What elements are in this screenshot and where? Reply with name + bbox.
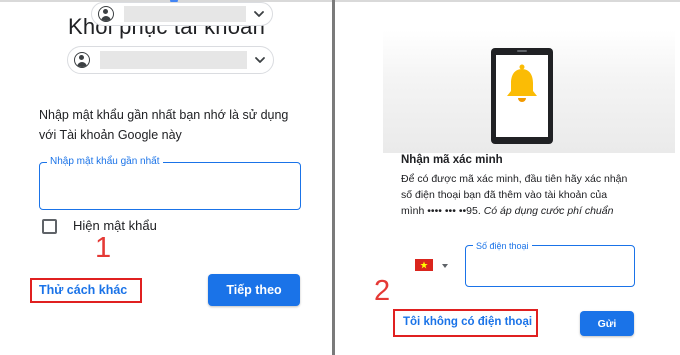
email-redacted xyxy=(100,51,247,69)
show-password-checkbox[interactable] xyxy=(42,219,57,234)
country-dropdown-caret-icon[interactable] xyxy=(442,264,448,268)
chevron-down-icon xyxy=(254,11,264,17)
verification-description: Để có được mã xác minh, đầu tiên hãy xác… xyxy=(401,171,633,219)
account-chip[interactable] xyxy=(91,2,273,26)
password-field-label: Nhập mật khẩu gần nhất xyxy=(47,156,163,168)
verification-heading: Nhận mã xác minh xyxy=(401,154,503,166)
account-circle-icon xyxy=(98,6,114,22)
account-chip[interactable] xyxy=(67,46,274,74)
show-password-label: Hiện mật khẩu xyxy=(73,218,157,233)
phone-bell-illustration xyxy=(491,48,553,144)
phone-number-field-label: Số điện thoại xyxy=(473,240,532,252)
annotation-number-1: 1 xyxy=(95,232,112,264)
next-button[interactable]: Tiếp theo xyxy=(208,274,300,306)
vietnam-flag-icon[interactable] xyxy=(415,259,433,271)
account-circle-icon xyxy=(74,52,90,68)
top-edge xyxy=(335,0,680,2)
instruction-text: Nhập mật khẩu gần nhất bạn nhớ là sử dụn… xyxy=(39,108,289,142)
email-redacted xyxy=(124,6,246,22)
try-another-way-button[interactable]: Thử cách khác xyxy=(39,283,127,297)
standard-rates-note: Có áp dụng cước phí chuẩn xyxy=(483,205,614,217)
send-button[interactable]: Gửi xyxy=(580,311,634,336)
phone-number-field[interactable]: Số điện thoại xyxy=(465,240,635,287)
star-icon xyxy=(420,261,428,269)
no-phone-button[interactable]: Tôi không có điện thoại xyxy=(403,316,532,328)
password-field[interactable]: Nhập mật khẩu gần nhất xyxy=(39,156,301,210)
annotation-number-2: 2 xyxy=(374,275,391,307)
chevron-down-icon xyxy=(255,57,265,63)
